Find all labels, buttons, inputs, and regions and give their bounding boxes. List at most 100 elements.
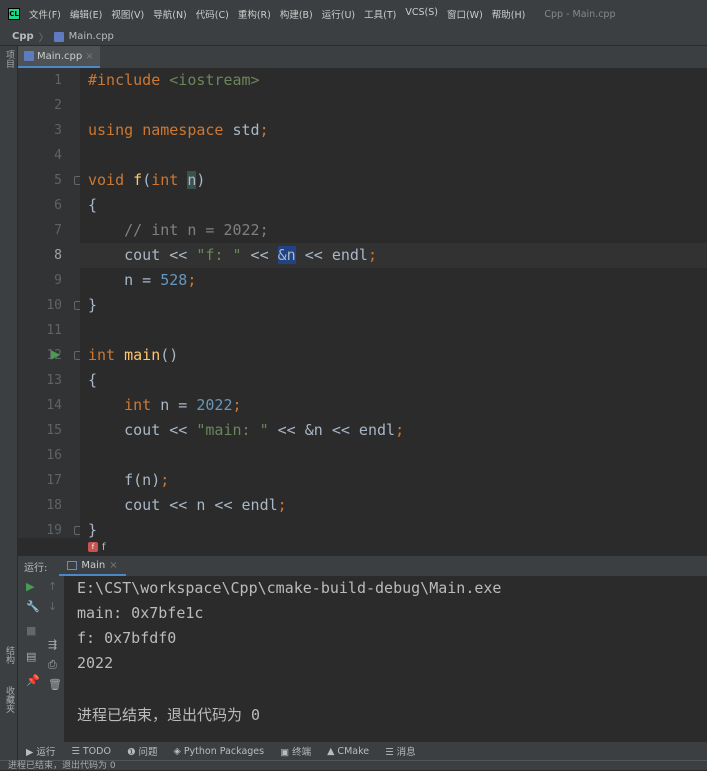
code-token: { (88, 371, 98, 389)
console-line: f: 0x7bfdf0 (77, 629, 177, 647)
bottom-tool-button[interactable]: ▲ CMake (327, 746, 369, 757)
tab-main-cpp[interactable]: Main.cpp × (18, 46, 100, 68)
code-token: () (160, 346, 179, 364)
wrench-icon[interactable]: 🔧 (26, 600, 40, 613)
run-label: 运行: (24, 562, 48, 574)
code-token: int (151, 171, 188, 189)
code-line[interactable]: { (80, 193, 707, 218)
left-tool-strip: 项目 结构 收藏夹 (0, 46, 18, 760)
menu-item[interactable]: 重构(R) (238, 7, 271, 21)
favorites-tool-button[interactable]: 收藏夹 (3, 686, 16, 713)
menu-item[interactable]: 代码(C) (196, 7, 229, 21)
rerun-icon[interactable]: ▶ (26, 580, 34, 593)
menu-item[interactable]: 视图(V) (111, 7, 144, 21)
code-line[interactable]: n = 528; (80, 268, 707, 293)
bottom-tool-button[interactable]: ▶ 运行 (26, 744, 55, 758)
code-token: 2022 (196, 396, 233, 414)
code-token: << (241, 246, 278, 264)
console-line: 2022 (77, 654, 114, 672)
function-icon: f (88, 542, 98, 552)
menu-item[interactable]: 帮助(H) (492, 7, 526, 21)
run-console[interactable]: E:\CST\workspace\Cpp\cmake-build-debug\M… (64, 576, 707, 742)
code-line[interactable]: cout << n << endl; (80, 493, 707, 518)
code-line[interactable] (80, 143, 707, 168)
menu-item[interactable]: 构建(B) (280, 7, 313, 21)
menu-item[interactable]: 文件(F) (29, 7, 61, 21)
console-line: E:\CST\workspace\Cpp\cmake-build-debug\M… (77, 579, 502, 597)
pin-icon[interactable]: 📌 (26, 674, 40, 687)
code-token: cout << n << endl (88, 496, 278, 514)
down-arrow-icon[interactable]: ↓ (48, 600, 57, 613)
trash-icon[interactable]: 🗑 (48, 678, 62, 691)
code-token: = (133, 271, 161, 289)
bottom-tool-bar: ▶ 运行 ☰ TODO ❶ 问题 ◈ Python Packages ▣ 终端 ▲ CMa… (18, 742, 707, 760)
code-line[interactable]: f(n); (80, 468, 707, 493)
code-line[interactable]: cout << "main: " << &n << endl; (80, 418, 707, 443)
line-number: 9 (54, 273, 62, 288)
line-number: 4 (54, 148, 62, 163)
code-line[interactable]: // int n = 2022; (80, 218, 707, 243)
menu-item[interactable]: 工具(T) (364, 7, 396, 21)
print-icon[interactable]: ⎙ (48, 658, 57, 672)
code-token: << endl (295, 246, 368, 264)
line-number: 5 (54, 173, 62, 188)
breadcrumb-function[interactable]: f (102, 542, 106, 553)
structure-tool-button[interactable]: 结构 (3, 646, 16, 664)
menu-item[interactable]: VCS(S) (405, 7, 438, 21)
line-number: 18 (46, 498, 62, 513)
line-number: 10 (46, 298, 62, 313)
code-line[interactable]: using namespace std; (80, 118, 707, 143)
menu-item[interactable]: 运行(U) (322, 7, 355, 21)
run-tab-main[interactable]: Main × (59, 556, 126, 576)
line-number: 17 (46, 473, 62, 488)
code-token: cout << (88, 246, 197, 264)
breadcrumb-project[interactable]: Cpp (12, 31, 34, 42)
bottom-tool-button[interactable]: ☰ 消息 (385, 744, 416, 758)
code-line[interactable]: { (80, 368, 707, 393)
close-icon[interactable]: × (109, 560, 117, 571)
soft-wrap-icon[interactable]: ⇶ (48, 638, 57, 651)
code-line[interactable]: } (80, 518, 707, 538)
run-gutter-icon[interactable]: ▶ (51, 347, 60, 361)
code-token: std (232, 121, 260, 139)
navigation-bar: Cpp 〉 Main.cpp (0, 28, 707, 46)
up-arrow-icon[interactable]: ↑ (48, 580, 57, 593)
console-line: 进程已结束，退出代码为 0 (77, 706, 261, 724)
code-token: ; (367, 246, 377, 264)
line-number: 7 (54, 223, 62, 238)
breadcrumb-file[interactable]: Main.cpp (69, 31, 114, 42)
breadcrumb-separator: 〉 (38, 33, 49, 44)
project-tool-button[interactable]: 项目 (3, 50, 16, 68)
layout-icon[interactable]: ▤ (26, 650, 36, 663)
line-number: 2 (54, 98, 62, 113)
code-token: int (124, 396, 161, 414)
stop-icon[interactable]: ■ (26, 624, 36, 637)
code-line[interactable]: cout << "f: " << &n << endl; (80, 243, 707, 268)
code-line[interactable] (80, 443, 707, 468)
code-line[interactable]: } (80, 293, 707, 318)
menu-item[interactable]: 编辑(E) (70, 7, 102, 21)
code-token: "main: " (196, 421, 269, 439)
cpp-file-icon (24, 51, 34, 61)
code-line[interactable]: int main() (80, 343, 707, 368)
bottom-tool-button[interactable]: ☰ TODO (71, 746, 111, 757)
bottom-tool-button[interactable]: ❶ 问题 (127, 744, 158, 758)
menu-item[interactable]: 导航(N) (153, 7, 187, 21)
bottom-tool-button[interactable]: ▣ 终端 (280, 744, 311, 758)
code-token: ( (142, 171, 152, 189)
code-token: namespace (142, 121, 233, 139)
code-line[interactable]: int n = 2022; (80, 393, 707, 418)
line-number-gutter: 12345678910111213141516171819▶● (18, 68, 102, 538)
clion-logo: CL (8, 8, 20, 20)
code-token: ; (232, 396, 242, 414)
close-icon[interactable]: × (85, 51, 93, 62)
bottom-tool-button[interactable]: ◈ Python Packages (174, 746, 265, 757)
code-editor[interactable]: #include <iostream> using namespace std; v… (80, 68, 707, 538)
code-token: "f: " (196, 246, 242, 264)
code-line[interactable]: void f(int n) (80, 168, 707, 193)
code-line[interactable]: #include <iostream> (80, 68, 707, 93)
code-line[interactable] (80, 93, 707, 118)
code-line[interactable] (80, 318, 707, 343)
menu-item[interactable]: 窗口(W) (447, 7, 483, 21)
